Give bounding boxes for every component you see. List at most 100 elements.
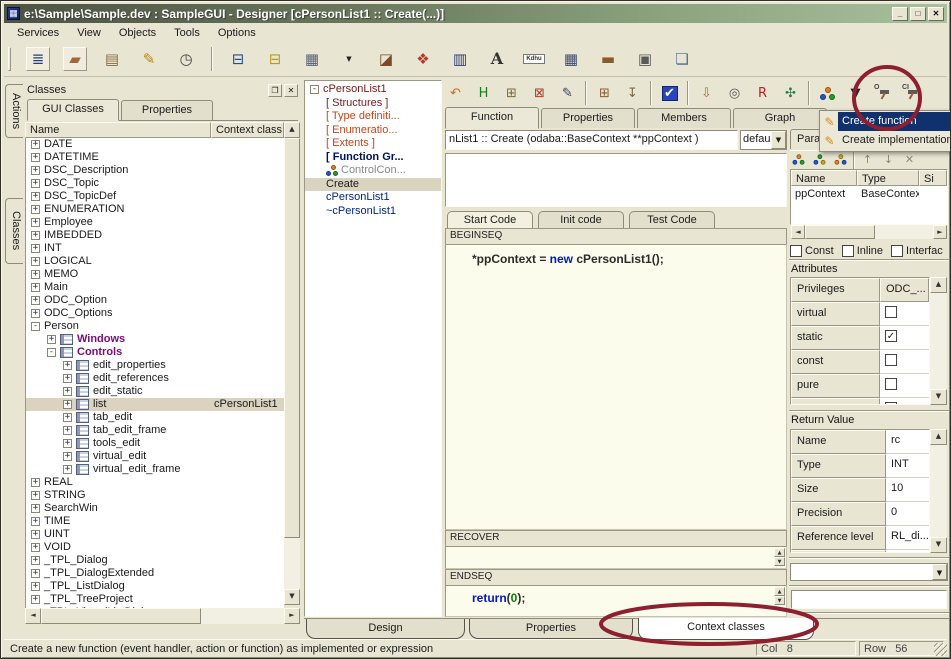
checkbox-interfac[interactable] [891, 245, 903, 257]
tree-expander-icon[interactable]: + [31, 517, 40, 526]
tree-item-tab-edit[interactable]: +tab_edit [26, 411, 284, 424]
menu-item-services[interactable]: Services [9, 25, 67, 41]
param-column-name[interactable]: Name [791, 170, 857, 186]
checkbox-const[interactable] [790, 245, 802, 257]
scroll-down-icon[interactable]: ▼ [930, 389, 947, 405]
tab-design[interactable]: Design [306, 619, 465, 639]
tree-item-odc-options[interactable]: +ODC_Options [26, 307, 284, 320]
delete-function-icon[interactable]: H [473, 83, 494, 104]
checkbox-static[interactable]: ✓ [885, 330, 897, 342]
tree-expander-icon[interactable]: + [31, 283, 40, 292]
checkbox-pure[interactable] [885, 378, 897, 390]
tree-expander-icon[interactable]: + [31, 491, 40, 500]
tree-item-controlcon[interactable]: ControlCon... [305, 164, 441, 178]
com-function-icon[interactable]: O [873, 83, 894, 104]
tree-expander-icon[interactable]: + [31, 582, 40, 591]
tree-item-edit-static[interactable]: +edit_static [26, 385, 284, 398]
tree-item-function-gr[interactable]: [ Function Gr... [305, 151, 441, 165]
scroll-right-icon[interactable]: ► [284, 608, 300, 624]
return-field-value[interactable]: 0 [886, 502, 929, 526]
tree-expander-icon[interactable]: + [31, 543, 40, 552]
copy-parameter-icon[interactable] [832, 151, 849, 167]
scroll-down-icon[interactable]: ▼ [284, 589, 300, 605]
tab-start-code[interactable]: Start Code [447, 211, 533, 229]
tree-item-tpl-treeproject[interactable]: +_TPL_TreeProject [26, 593, 284, 606]
toolbar-grip[interactable] [8, 47, 11, 71]
window-new-icon[interactable]: ❏ [670, 47, 694, 71]
return-field-value[interactable]: RL_di... [886, 526, 929, 550]
tree-item-odc-option[interactable]: +ODC_Option [26, 294, 284, 307]
tree-item-tpl-dialog[interactable]: +_TPL_Dialog [26, 554, 284, 567]
relations-graph-icon[interactable]: ✣ [780, 83, 801, 104]
tree-item-datetime[interactable]: +DATETIME [26, 151, 284, 164]
return-field-value[interactable]: rc [886, 430, 929, 454]
tree-expander-icon[interactable]: + [31, 595, 40, 604]
tree-item-person[interactable]: -Person [26, 320, 284, 333]
menu-item-create-function[interactable]: ✎Create function [821, 112, 950, 131]
tree-expander-icon[interactable]: - [310, 85, 319, 94]
tree-expander-icon[interactable]: + [31, 504, 40, 513]
tree-item-edit-properties[interactable]: +edit_properties [26, 359, 284, 372]
return-field-value[interactable]: INT [886, 454, 929, 478]
tab-actions[interactable]: Actions [5, 84, 23, 138]
tree-expander-icon[interactable]: + [63, 426, 72, 435]
tree-item-controls[interactable]: -Controls [26, 346, 284, 359]
tree-item-date[interactable]: +DATE [26, 138, 284, 151]
tree-expander-icon[interactable]: + [31, 569, 40, 578]
tree-item-memo[interactable]: +MEMO [26, 268, 284, 281]
description-area[interactable] [445, 153, 787, 207]
move-down-icon[interactable]: ↓ [880, 151, 897, 167]
tab-graph[interactable]: Graph [733, 108, 827, 128]
tree-item-uint[interactable]: +UINT [26, 528, 284, 541]
tab-function[interactable]: Function [445, 107, 539, 129]
tree-item-time[interactable]: +TIME [26, 515, 284, 528]
right-panel-combo[interactable]: ▼ [790, 563, 948, 581]
tree-expander-icon[interactable]: + [63, 361, 72, 370]
menu-item-tools[interactable]: Tools [166, 25, 208, 41]
tree-item-dsc-topic[interactable]: +DSC_Topic [26, 177, 284, 190]
rename-refactor-icon[interactable]: R [752, 83, 773, 104]
scroll-down-icon[interactable]: ▼ [774, 557, 785, 566]
printer-blue-icon[interactable]: ⊟ [226, 47, 250, 71]
param-column-si[interactable]: Si [919, 170, 947, 186]
update-references-icon[interactable]: ⊠ [529, 83, 550, 104]
tree-item-tpl-listdialog[interactable]: +_TPL_ListDialog [26, 580, 284, 593]
signature-variant-combo[interactable]: default ▼ [740, 130, 787, 150]
tree-item-dsc-topicdef[interactable]: +DSC_TopicDef [26, 190, 284, 203]
scroll-up-icon[interactable]: ▲ [284, 122, 300, 138]
tab-context-classes[interactable]: Context classes [638, 618, 814, 640]
tree-expander-icon[interactable]: + [63, 374, 72, 383]
start-code-editor[interactable]: *ppContext = new cPersonList1(); [445, 244, 787, 530]
chevron-down-icon[interactable]: ▼ [771, 131, 786, 149]
tree-expander-icon[interactable]: + [63, 413, 72, 422]
param-column-type[interactable]: Type [857, 170, 919, 186]
tree-item-int[interactable]: +INT [26, 242, 284, 255]
close-button[interactable]: ✕ [928, 7, 944, 21]
label-text-icon[interactable]: Kdhu [522, 47, 546, 71]
menu-item-create-implementation[interactable]: ✎Create implementation [821, 131, 950, 150]
tree-item-structures[interactable]: [ Structures ] [305, 97, 441, 111]
menu-item-objects[interactable]: Objects [111, 25, 164, 41]
tree-item-main[interactable]: +Main [26, 281, 284, 294]
tree-expander-icon[interactable]: - [47, 348, 56, 357]
tab-members[interactable]: Members [637, 108, 731, 128]
right-panel-text-field[interactable] [791, 590, 947, 609]
tab-properties[interactable]: Properties [469, 619, 633, 639]
tree-item-edit-references[interactable]: +edit_references [26, 372, 284, 385]
tree-item-tpl-dialogextended[interactable]: +_TPL_DialogExtended [26, 567, 284, 580]
tree-item-searchwin[interactable]: +SearchWin [26, 502, 284, 515]
undo-icon[interactable]: ↶ [445, 83, 466, 104]
tree-item-real[interactable]: +REAL [26, 476, 284, 489]
report-list-icon[interactable]: ▥ [448, 47, 472, 71]
param-cell[interactable] [919, 186, 947, 201]
param-hscroll-thumb[interactable] [805, 225, 875, 239]
tree-expander-icon[interactable]: + [31, 244, 40, 253]
checkbox-virtual[interactable] [885, 306, 897, 318]
scroll-up-icon[interactable]: ▲ [774, 548, 785, 557]
implementation-icon[interactable]: CI [901, 83, 922, 104]
library-book-icon[interactable]: ▤ [100, 47, 124, 71]
class-tree-icon[interactable]: ≣ [26, 47, 50, 71]
insert-function-icon[interactable]: ⊞ [501, 83, 522, 104]
checkbox-const[interactable] [885, 354, 897, 366]
endseq-scrollbar[interactable]: ▲ ▼ [774, 587, 785, 605]
